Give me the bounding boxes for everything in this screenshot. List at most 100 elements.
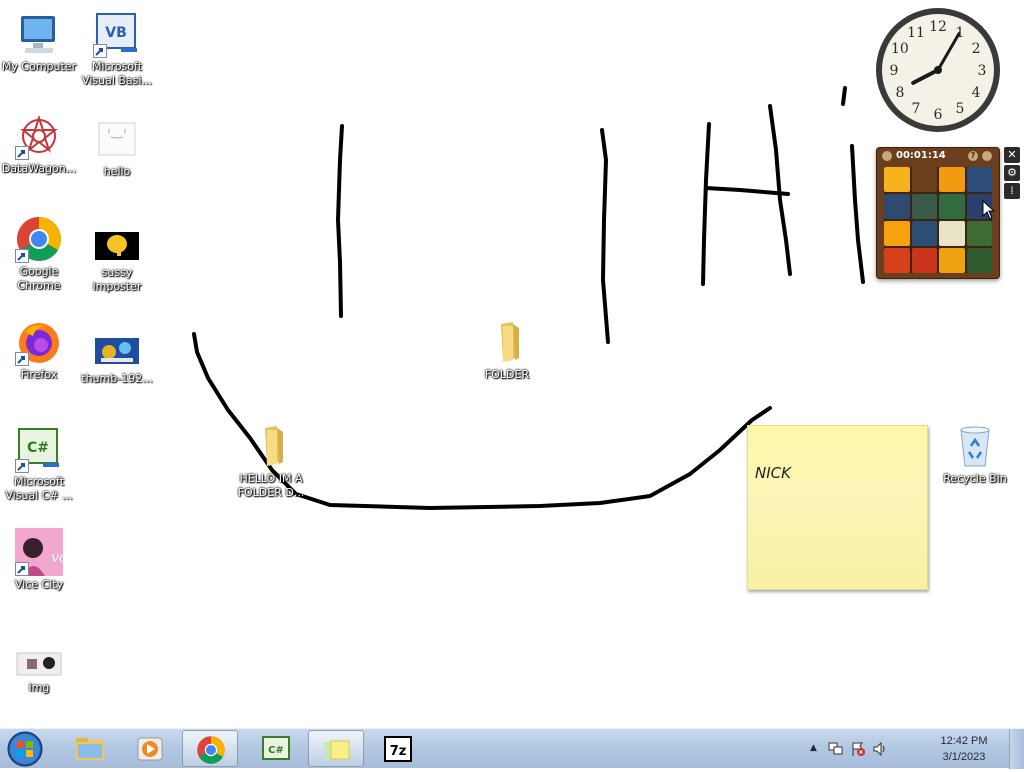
puzzle-tile[interactable] xyxy=(911,194,937,219)
image-file-icon xyxy=(93,224,141,264)
chrome-taskbar-button[interactable] xyxy=(182,730,238,767)
puzzle-tile[interactable] xyxy=(911,248,937,273)
sticky-notes-taskbar-button[interactable] xyxy=(308,730,364,767)
desktop-icon-hello[interactable]: hello xyxy=(78,115,156,179)
desktop-icon-label: img xyxy=(28,681,50,694)
taskbar-time: 12:42 PM xyxy=(940,735,988,747)
visual-csharp-icon: C# xyxy=(15,425,63,473)
desktop-icon-label: Google Chrome xyxy=(17,265,61,292)
shortcut-arrow-icon xyxy=(15,459,29,473)
recycle-bin-icon xyxy=(951,422,999,470)
desktop[interactable]: My Computer DataWagon... Google Chrome F… xyxy=(0,0,1024,728)
7zip-icon: 7z xyxy=(384,736,412,762)
sticky-note[interactable]: NICK xyxy=(747,425,928,590)
volume-icon[interactable] xyxy=(872,741,888,757)
puzzle-tile[interactable] xyxy=(966,221,992,246)
desktop-icon-label: thumb-192... xyxy=(81,372,153,385)
taskbar-clock[interactable]: 12:42 PM 3/1/2023 xyxy=(934,733,994,765)
desktop-icon-img[interactable]: img xyxy=(0,645,78,695)
clock-numeral: 6 xyxy=(934,107,943,123)
puzzle-tile[interactable] xyxy=(884,167,910,192)
desktop-icon-label: FOLDER xyxy=(484,368,530,381)
computer-icon xyxy=(15,10,63,58)
desktop-icon-thumb[interactable]: thumb-192... xyxy=(78,330,156,386)
desktop-icon-label: Microsoft Visual Basi... xyxy=(82,60,152,87)
datawagon-icon xyxy=(15,112,63,160)
shortcut-arrow-icon xyxy=(15,249,29,263)
desktop-icon-hello-folder[interactable]: HELLO IM A FOLDER D... xyxy=(232,422,310,500)
desktop-icon-datawagon[interactable]: DataWagon... xyxy=(0,112,78,176)
svg-text:C#: C# xyxy=(268,745,284,756)
desktop-icon-folder[interactable]: FOLDER xyxy=(468,318,546,382)
clock-numeral: 5 xyxy=(956,101,965,117)
network-icon[interactable] xyxy=(828,741,844,757)
desktop-icon-label: hello xyxy=(103,165,131,178)
puzzle-tile[interactable] xyxy=(884,248,910,273)
clock-numeral: 11 xyxy=(907,25,925,41)
puzzle-tile[interactable] xyxy=(911,221,937,246)
media-player-icon xyxy=(137,737,163,761)
7zip-taskbar-button[interactable]: 7z xyxy=(370,730,426,767)
explorer-taskbar-button[interactable] xyxy=(62,730,118,767)
desktop-icon-google-chrome[interactable]: Google Chrome xyxy=(0,215,78,293)
clock-numeral: 10 xyxy=(891,41,909,57)
puzzle-help-icon[interactable]: ? xyxy=(968,151,978,161)
clock-numeral: 4 xyxy=(972,85,981,101)
close-icon[interactable]: ✕ xyxy=(1004,147,1020,163)
clock-numeral: 7 xyxy=(912,101,921,117)
desktop-icon-label: My Computer xyxy=(1,60,77,73)
puzzle-tile[interactable] xyxy=(884,194,910,219)
puzzle-tile[interactable] xyxy=(939,194,965,219)
puzzle-hint-icon[interactable] xyxy=(882,151,892,161)
taskbar: C# 7z ▲ 12:42 PM 3/1/2023 xyxy=(0,728,1024,769)
desktop-icon-vice-city[interactable]: vc Vice City xyxy=(0,528,78,592)
show-hidden-icons-arrow-icon[interactable]: ▲ xyxy=(810,743,817,753)
puzzle-tile[interactable] xyxy=(966,167,992,192)
desktop-icon-firefox[interactable]: Firefox xyxy=(0,318,78,382)
media-player-taskbar-button[interactable] xyxy=(122,730,178,767)
start-button[interactable] xyxy=(5,730,45,768)
desktop-icon-my-computer[interactable]: My Computer xyxy=(0,10,78,74)
desktop-icon-label: DataWagon... xyxy=(1,162,77,175)
action-center-flag-icon[interactable] xyxy=(850,741,866,757)
puzzle-tile[interactable] xyxy=(884,221,910,246)
chrome-icon xyxy=(15,215,63,263)
shortcut-arrow-icon xyxy=(15,352,29,366)
clock-numeral: 12 xyxy=(929,19,947,35)
desktop-icon-recycle-bin[interactable]: Recycle Bin xyxy=(936,422,1014,486)
show-desktop-button[interactable] xyxy=(1009,729,1024,769)
clock-numeral: 9 xyxy=(890,63,899,79)
sticky-notes-icon xyxy=(323,739,350,761)
clock-numeral: 3 xyxy=(978,63,987,79)
svg-text:VB: VB xyxy=(105,25,127,41)
puzzle-toolbar: 00:01:14 ? xyxy=(876,147,1000,165)
visual-csharp-icon: C# xyxy=(262,736,290,760)
options-wrench-icon[interactable]: ⚙ xyxy=(1004,165,1020,181)
clock-numeral: 2 xyxy=(972,41,981,57)
gadget-controls: ✕ ⚙ ⁞ xyxy=(1004,147,1022,207)
puzzle-tile[interactable] xyxy=(911,167,937,192)
desktop-icon-label: sussy imposter xyxy=(92,266,142,293)
chrome-icon xyxy=(197,736,225,764)
desktop-icon-visual-csharp[interactable]: C# Microsoft Visual C# ... xyxy=(0,425,78,503)
text-file-icon xyxy=(93,115,141,163)
puzzle-tile[interactable] xyxy=(939,248,965,273)
svg-text:vc: vc xyxy=(51,550,63,566)
puzzle-tile[interactable] xyxy=(966,248,992,273)
image-file-icon xyxy=(15,645,63,679)
clock-gadget[interactable]: 123456789101112 xyxy=(874,6,1002,134)
svg-text:C#: C# xyxy=(27,440,49,456)
shortcut-arrow-icon xyxy=(93,44,107,58)
puzzle-tile[interactable] xyxy=(939,167,965,192)
vice-city-icon: vc xyxy=(15,528,67,576)
shortcut-arrow-icon xyxy=(15,562,29,576)
desktop-icon-label: Microsoft Visual C# ... xyxy=(5,475,73,502)
puzzle-shuffle-icon[interactable] xyxy=(982,151,992,161)
puzzle-tile[interactable] xyxy=(939,221,965,246)
drag-handle-icon[interactable]: ⁞ xyxy=(1004,183,1020,199)
desktop-icon-sussy-imposter[interactable]: sussy imposter xyxy=(78,224,156,294)
visual-csharp-taskbar-button[interactable]: C# xyxy=(248,730,304,767)
desktop-icon-label: Firefox xyxy=(20,368,58,381)
desktop-icon-visual-basic[interactable]: VB Microsoft Visual Basi... xyxy=(78,10,156,88)
sticky-note-text[interactable]: NICK xyxy=(755,464,791,482)
